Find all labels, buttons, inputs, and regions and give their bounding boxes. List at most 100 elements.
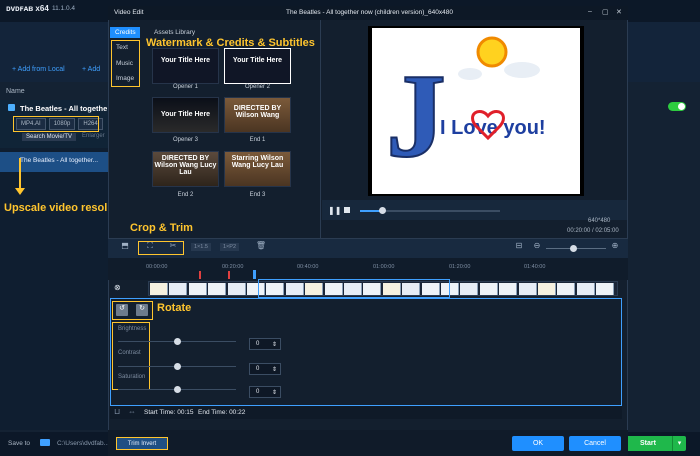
contrast-label: Contrast	[118, 350, 141, 356]
rotate-right-icon[interactable]: ↻	[136, 304, 148, 316]
end-time: End Time: 00:22	[198, 409, 246, 416]
template-thumbnail-selected[interactable]: Your Title Here	[224, 48, 291, 84]
film-frame	[499, 283, 518, 295]
brightness-input[interactable]: 0 ⇕	[249, 338, 281, 350]
annotation-crop-trim: Crop & Trim	[130, 222, 193, 234]
save-to-label: Save to	[8, 440, 31, 447]
nav-credits[interactable]: Credits	[110, 27, 140, 38]
folder-icon[interactable]	[40, 439, 50, 446]
add-more-button[interactable]: + Add	[82, 66, 100, 73]
delete-icon[interactable]: 🗑	[254, 241, 268, 255]
template-thumbnail[interactable]: Your Title Here	[152, 48, 219, 84]
annotation-rotate: Rotate	[157, 302, 192, 314]
contrast-knob[interactable]	[174, 363, 181, 370]
stepper-icon[interactable]: ⇕	[272, 341, 280, 348]
upscale-highlight-box	[13, 116, 99, 132]
settings-icon[interactable]: ⊗	[114, 283, 121, 292]
thumbnail-caption: Opener 3	[172, 137, 199, 143]
playhead[interactable]	[253, 270, 256, 279]
template-thumbnail[interactable]: Starring Wilson Wang Lucy Lau	[224, 151, 291, 187]
zoom-out-icon[interactable]: ⊖	[530, 241, 544, 255]
stepper-icon[interactable]: ⇕	[272, 389, 280, 396]
split-icon[interactable]: ⬒	[118, 241, 132, 255]
thumbnail-text: Your Title Here	[160, 111, 211, 118]
brightness-knob[interactable]	[174, 338, 181, 345]
template-thumbnail[interactable]: DIRECTED BY Wilson Wang	[224, 97, 291, 133]
add-from-local-button[interactable]: + Add from Local	[12, 66, 65, 73]
film-frame	[227, 283, 246, 295]
ruler-tick: 01:40:00	[524, 264, 546, 270]
zoom-in-icon[interactable]: ⊕	[608, 241, 622, 255]
item-title: The Beatles - All togethe	[20, 104, 108, 113]
search-movie-button[interactable]: Search Movie/TV	[22, 133, 77, 141]
zoom-knob[interactable]	[570, 245, 577, 252]
template-thumbnail[interactable]: DIRECTED BY Wilson Wang Lucy Lau	[152, 151, 219, 187]
link-icon[interactable]: ⇔	[128, 407, 136, 416]
nav-image[interactable]: Image	[116, 75, 134, 82]
preview-frame: J I Love you!	[372, 28, 580, 194]
dialog-file-title: The Beatles - All together now (children…	[286, 9, 453, 16]
app-logo: ᴅᴠᴅꜰᴀʙ x64	[6, 4, 49, 13]
film-frame	[518, 283, 537, 295]
lock-icon[interactable]: ⊔	[114, 407, 120, 416]
assets-library-label: Assets Library	[154, 29, 196, 36]
start-time: Start Time: 00:15	[144, 409, 194, 416]
film-frame	[169, 283, 188, 295]
nav-text[interactable]: Text	[116, 44, 128, 51]
list-header-name: Name	[6, 88, 25, 95]
brightness-label: Brightness	[118, 326, 147, 332]
template-thumbnail[interactable]: Your Title Here	[152, 97, 219, 133]
saturation-knob[interactable]	[174, 386, 181, 393]
thumbnail-text: DIRECTED BY Wilson Wang Lucy Lau	[154, 155, 217, 176]
film-frame	[460, 283, 479, 295]
annotation-arrow-head	[15, 188, 25, 195]
enlarger-button[interactable]: Enlarger	[82, 133, 105, 139]
trim-selection[interactable]	[258, 279, 450, 298]
rotate-left-icon[interactable]: ↺	[116, 304, 128, 316]
thumbnail-text: DIRECTED BY Wilson Wang	[233, 105, 282, 119]
thumbnail-caption: Opener 2	[244, 84, 271, 90]
thumbnail-caption: End 2	[177, 192, 194, 198]
film-frame	[538, 283, 556, 295]
start-dropdown-icon[interactable]: ▾	[672, 436, 686, 451]
sun-icon	[476, 36, 508, 68]
cloud-icon	[458, 68, 482, 80]
saturation-input[interactable]: 0 ⇕	[249, 386, 281, 398]
trim-invert-button[interactable]: Trim Invert	[116, 437, 168, 450]
preview-letter: J	[386, 49, 446, 182]
thumbnail-text: Your Title Here	[232, 57, 283, 64]
crop-icon[interactable]: ⛶	[143, 241, 157, 255]
maximize-icon[interactable]: ▢	[602, 8, 609, 16]
ruler-tick: 00:00:00	[146, 264, 168, 270]
film-frame	[188, 283, 207, 295]
thumbnail-caption: End 1	[249, 137, 266, 143]
trim-icon[interactable]: ✂	[166, 241, 180, 255]
film-frame	[208, 283, 227, 295]
selected-row-title: The Beatles - All together...	[20, 157, 99, 164]
contrast-input[interactable]: 0 ⇕	[249, 363, 281, 375]
thumbnail-text: Starring Wilson Wang Lucy Lau	[231, 155, 284, 169]
save-to-path[interactable]: C:\Users\dvdfab...	[57, 440, 109, 447]
stop-icon[interactable]	[344, 207, 350, 213]
speed-chip[interactable]: 1×1.5	[191, 243, 211, 251]
file-list	[0, 100, 110, 430]
speed-chip[interactable]: 1×P2	[220, 243, 239, 251]
film-frame	[576, 283, 595, 295]
nav-music[interactable]: Music	[116, 60, 133, 67]
marker-red[interactable]	[228, 271, 230, 279]
toggle-switch[interactable]	[668, 102, 686, 111]
close-icon[interactable]: ✕	[616, 8, 622, 16]
fit-icon[interactable]: ⊟	[512, 241, 526, 255]
thumbnail-caption: Opener 1	[172, 84, 199, 90]
pause-icon[interactable]: ❚❚	[328, 206, 341, 215]
marker-red[interactable]	[199, 271, 201, 279]
minimize-icon[interactable]: –	[588, 8, 592, 15]
contrast-value: 0	[256, 366, 260, 372]
ok-button[interactable]: OK	[512, 436, 564, 451]
cancel-button[interactable]: Cancel	[569, 436, 621, 451]
ruler-tick: 01:00:00	[373, 264, 395, 270]
stepper-icon[interactable]: ⇕	[272, 366, 280, 373]
film-frame	[479, 283, 498, 295]
film-frame	[150, 283, 168, 295]
annotation-arrow	[19, 158, 21, 192]
